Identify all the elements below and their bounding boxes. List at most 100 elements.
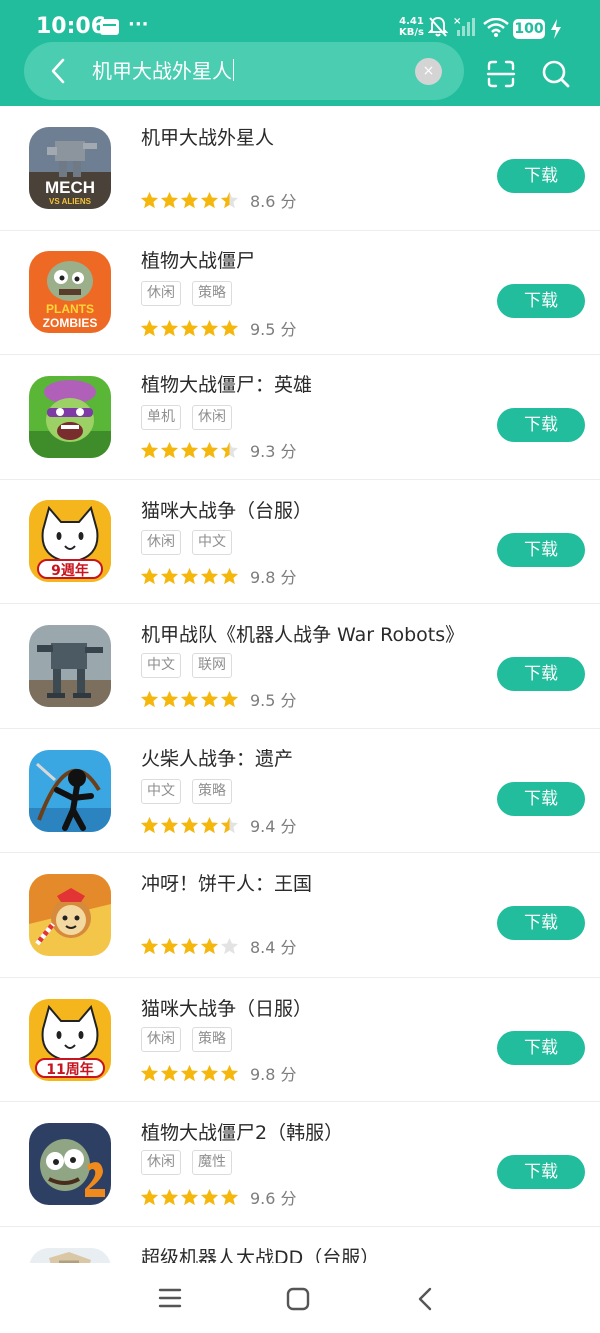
list-item[interactable]: 机甲战队《机器人战争 War Robots》 中文 联网 9.5 分 下载	[0, 604, 600, 729]
app-tags: 中文 联网	[141, 653, 243, 678]
scan-icon[interactable]	[486, 59, 516, 89]
cat-jp-badge-text: 11周年	[46, 1061, 93, 1078]
search-query: 机甲大战外星人	[92, 59, 232, 83]
star-half-icon	[220, 191, 239, 209]
app-tag: 休闲	[141, 1150, 181, 1175]
star-full-icon	[140, 1064, 159, 1081]
app-name[interactable]: 冲呀！饼干人：王国	[141, 872, 312, 896]
app-tag: 联网	[192, 653, 232, 678]
app-tag: 休闲	[192, 405, 232, 430]
star-full-icon	[160, 690, 179, 708]
star-rating	[140, 936, 240, 956]
app-icon-cookie-run-kingdom[interactable]	[29, 874, 111, 956]
system-nav-bar	[0, 1263, 600, 1333]
star-full-icon	[200, 690, 219, 708]
list-item[interactable]: 9週年 猫咪大战争（台服） 休闲 中文 9.8 分 下载	[0, 480, 600, 604]
download-button[interactable]: 下载	[497, 408, 585, 442]
star-full-icon	[220, 319, 239, 336]
app-name[interactable]: 植物大战僵尸2（韩服）	[141, 1121, 343, 1145]
star-full-icon	[180, 690, 199, 708]
back-arrow-icon[interactable]	[44, 56, 74, 86]
app-name[interactable]: 超级机器人大战DD（台服）	[141, 1246, 379, 1264]
app-rating: 8.6 分	[140, 188, 297, 211]
app-icon-plants-vs-zombies[interactable]: PLANTS ZOMBIES	[29, 250, 111, 333]
app-score: 9.4 分	[250, 816, 297, 836]
download-button[interactable]: 下载	[497, 781, 585, 816]
star-half-icon	[220, 441, 239, 459]
download-button[interactable]: 下载	[497, 1155, 585, 1189]
charging-icon	[551, 19, 561, 39]
app-rating: 9.5 分	[140, 687, 297, 710]
app-icon-pvz-heroes[interactable]	[29, 376, 111, 458]
star-full-icon	[160, 816, 179, 833]
list-item[interactable]: 火柴人战争：遗产 中文 策略 9.4 分 下载	[0, 729, 600, 853]
star-full-icon	[200, 191, 219, 209]
list-item[interactable]: 植物大战僵尸2（韩服） 休闲 魔性 9.6 分 下载	[0, 1102, 600, 1227]
star-full-icon	[160, 1188, 179, 1206]
app-name[interactable]: 植物大战僵尸：英雄	[141, 373, 312, 397]
menu-icon[interactable]	[158, 1287, 182, 1309]
list-item[interactable]: 冲呀！饼干人：王国 8.4 分 下载	[0, 853, 600, 978]
text-caret	[233, 59, 234, 81]
app-rating: 9.6 分	[140, 1185, 297, 1208]
wifi-icon	[483, 18, 509, 37]
list-item[interactable]: 植物大战僵尸：英雄 单机 休闲 9.3 分 下载	[0, 355, 600, 480]
app-icon-stick-war[interactable]	[29, 749, 111, 832]
app-score: 9.8 分	[250, 1064, 297, 1084]
app-name[interactable]: 火柴人战争：遗产	[141, 747, 293, 771]
net-speed: 4.41 KB/s	[399, 16, 424, 38]
battery-indicator: 100	[513, 19, 545, 39]
list-item[interactable]: 11周年 猫咪大战争（日服） 休闲 策略 9.8 分 下载	[0, 978, 600, 1102]
app-tag: 休闲	[141, 1026, 181, 1052]
star-full-icon	[220, 567, 239, 584]
list-item[interactable]: 超级机器人大战DD（台服）	[0, 1227, 600, 1264]
download-button[interactable]: 下载	[497, 283, 585, 318]
star-full-icon	[160, 567, 179, 584]
download-button[interactable]: 下载	[497, 906, 585, 940]
download-button[interactable]: 下载	[497, 532, 585, 567]
app-name[interactable]: 机甲战队《机器人战争 War Robots》	[141, 623, 464, 647]
app-score: 9.6 分	[250, 1189, 297, 1208]
app-tag: 中文	[141, 778, 181, 804]
star-full-icon	[140, 690, 159, 708]
search-input[interactable]: 机甲大战外星人	[92, 58, 234, 84]
app-icon-war-robots[interactable]	[29, 625, 111, 707]
search-icon[interactable]	[541, 59, 571, 89]
download-button[interactable]: 下载	[497, 1030, 585, 1065]
download-button[interactable]: 下载	[497, 657, 585, 691]
download-button[interactable]: 下载	[497, 159, 585, 193]
app-icon-super-robot-wars-dd[interactable]	[29, 1247, 111, 1263]
app-name[interactable]: 植物大战僵尸	[141, 249, 255, 273]
app-icon-pvz2-kr[interactable]	[29, 1123, 111, 1205]
star-full-icon	[200, 1188, 219, 1206]
list-item[interactable]: MECH VS ALIENS 机甲大战外星人 8.6 分 下载	[0, 106, 600, 231]
app-icon-battle-cats-tw[interactable]: 9週年	[29, 499, 111, 582]
more-notifications: ···	[128, 14, 149, 35]
app-name[interactable]: 猫咪大战争（台服）	[141, 499, 312, 523]
star-full-icon	[160, 1064, 179, 1081]
pvz-line2-text: ZOMBIES	[43, 316, 98, 330]
star-full-icon	[200, 1064, 219, 1081]
app-icon-mech-vs-aliens[interactable]: MECH VS ALIENS	[29, 127, 111, 209]
star-rating	[140, 566, 240, 586]
app-tag: 休闲	[141, 280, 181, 306]
search-results-list[interactable]: MECH VS ALIENS 机甲大战外星人 8.6 分 下载 PLANTS Z…	[0, 106, 600, 1263]
app-tags: 单机 休闲	[141, 405, 243, 430]
app-name[interactable]: 机甲大战外星人	[141, 126, 274, 150]
app-icon-battle-cats-jp[interactable]: 11周年	[29, 998, 111, 1081]
app-rating: 9.8 分	[140, 564, 297, 587]
star-full-icon	[180, 441, 199, 459]
status-bar: 10:06 ··· 4.41 KB/s × 100	[0, 0, 600, 44]
list-item[interactable]: PLANTS ZOMBIES 植物大战僵尸 休闲 策略 9.5 分 下载	[0, 231, 600, 355]
bell-muted-icon	[428, 16, 448, 37]
star-full-icon	[140, 816, 159, 833]
app-score: 9.5 分	[250, 319, 297, 339]
app-name[interactable]: 猫咪大战争（日服）	[141, 997, 312, 1021]
net-speed-value: 4.41	[399, 16, 424, 27]
clear-icon[interactable]: ×	[415, 58, 442, 85]
app-tag: 休闲	[141, 529, 181, 555]
app-header: 10:06 ··· 4.41 KB/s × 100 机甲大战外星人 ×	[0, 0, 600, 106]
home-icon[interactable]	[286, 1287, 310, 1311]
app-tags: 休闲 策略	[141, 1026, 243, 1052]
back-icon[interactable]	[415, 1287, 437, 1311]
